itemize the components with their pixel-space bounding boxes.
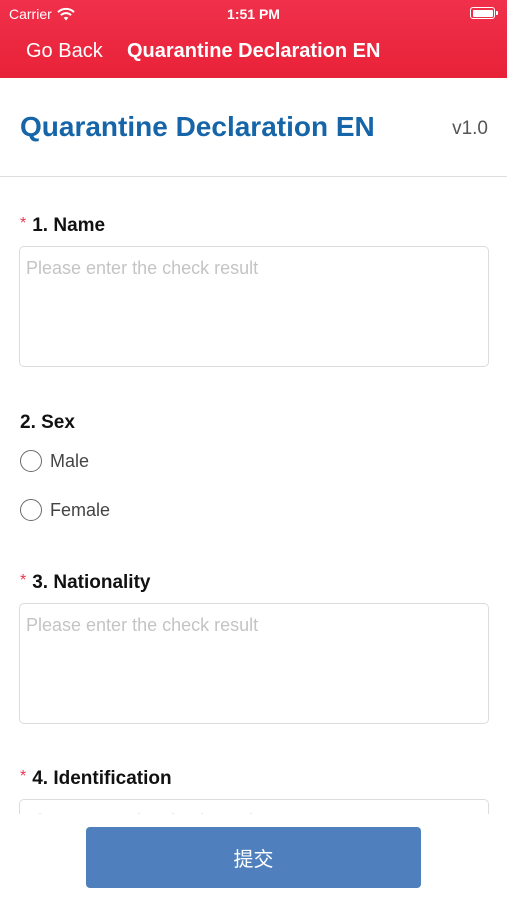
radio-button-icon[interactable] — [20, 450, 42, 472]
question-identification-label: * 4. Identification — [20, 768, 172, 790]
radio-label-male: Male — [50, 450, 90, 471]
question-sex-text: 2. Sex — [20, 412, 75, 433]
version-label: v1.0 — [452, 118, 488, 139]
top-bar: Carrier 1:51 PM Go Back Quarantine Decla… — [0, 0, 507, 78]
question-name-label: * 1. Name — [20, 215, 105, 237]
form-header: Quarantine Declaration EN v1.0 — [0, 78, 507, 177]
required-marker: * — [20, 572, 27, 589]
status-bar: Carrier 1:51 PM — [0, 0, 507, 28]
battery-icon — [470, 7, 498, 19]
radio-label-female: Female — [50, 499, 111, 520]
nav-title: Quarantine Declaration EN — [127, 40, 381, 62]
identification-input[interactable] — [19, 799, 489, 814]
question-name-text: 1. Name — [32, 215, 106, 236]
question-nationality-text: 3. Nationality — [32, 572, 151, 593]
page-title: Quarantine Declaration EN — [20, 111, 375, 142]
submit-button[interactable]: 提交 — [86, 827, 421, 888]
name-input[interactable] — [19, 246, 489, 367]
question-sex-label: 2. Sex — [20, 412, 75, 434]
form-content[interactable]: * 1. Name 2. Sex Male Female * 3. National… — [0, 178, 507, 814]
question-nationality-label: * 3. Nationality — [20, 572, 150, 594]
required-marker: * — [20, 768, 27, 785]
go-back-button[interactable]: Go Back — [26, 40, 103, 63]
radio-option-male[interactable]: Male — [20, 450, 89, 472]
nav-bar: Go Back Quarantine Declaration EN — [0, 38, 507, 68]
radio-button-icon[interactable] — [20, 499, 42, 521]
radio-option-female[interactable]: Female — [20, 499, 110, 521]
status-time: 1:51 PM — [227, 6, 280, 22]
required-marker: * — [20, 215, 27, 232]
question-identification-text: 4. Identification — [32, 768, 172, 789]
nationality-input[interactable] — [19, 603, 489, 724]
